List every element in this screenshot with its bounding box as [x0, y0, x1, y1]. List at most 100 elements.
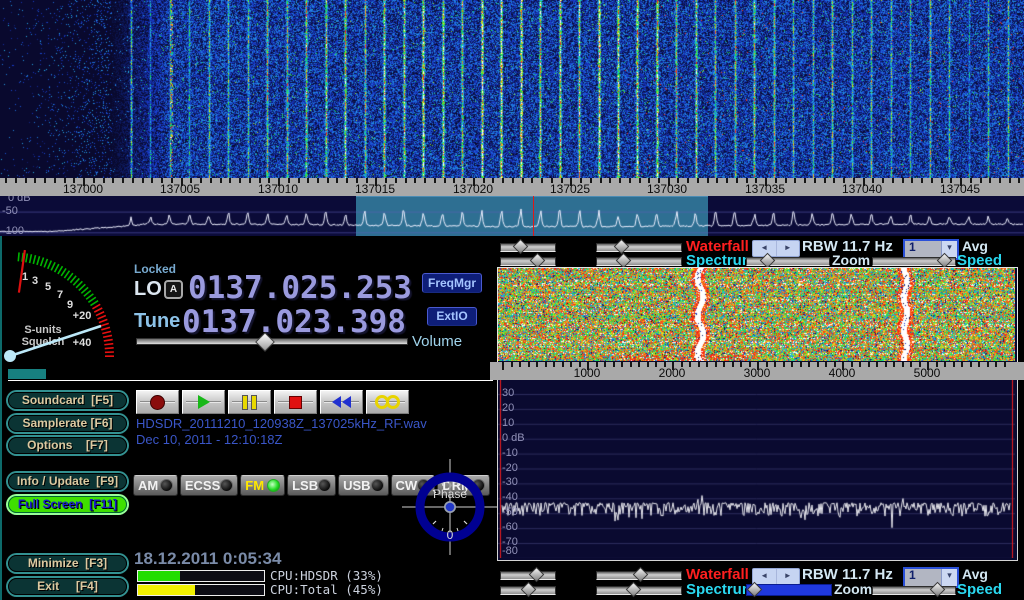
dropdown-arrow-icon[interactable]: ▾: [941, 569, 957, 586]
scale-tick: [619, 178, 621, 183]
rewind-icon: [332, 396, 351, 408]
play-button[interactable]: [182, 390, 225, 414]
loop-button[interactable]: [366, 390, 409, 414]
mode-button-lsb[interactable]: LSB: [287, 475, 336, 496]
contrast-slider2-bottom[interactable]: [500, 586, 556, 595]
tune-frequency-value[interactable]: 0137.023.398: [182, 304, 406, 340]
extio-button[interactable]: ExtIO: [427, 307, 477, 326]
avg-dropdown-bottom[interactable]: 1 ▾: [903, 567, 959, 588]
pause-button[interactable]: [228, 390, 271, 414]
scale-tick: [1018, 178, 1020, 183]
info-update-button[interactable]: Info / Update [F9]: [8, 473, 127, 490]
scale-tick: [936, 362, 938, 367]
cpu-hdsdr-text: CPU:HDSDR (33%): [270, 568, 383, 583]
contrast-slider-bottom[interactable]: [500, 571, 556, 580]
s-meter-tick: [26, 253, 28, 262]
lo-auto-badge[interactable]: A: [164, 280, 183, 299]
slider-thumb[interactable]: [529, 567, 545, 583]
rewind-button[interactable]: [320, 390, 363, 414]
zoom-slider-top[interactable]: [746, 257, 830, 266]
s-meter-tick: [51, 262, 55, 270]
contrast-slider2-top[interactable]: [500, 257, 556, 266]
options-button[interactable]: Options [F7]: [8, 437, 127, 454]
scale-tick: [405, 178, 407, 183]
frequency-scale[interactable]: 137000 137005 137010 137015 137020 13702…: [0, 178, 1024, 196]
slider-thumb[interactable]: [626, 582, 642, 598]
mode-button-ecss[interactable]: ECSS: [180, 475, 238, 496]
scale-tick: [54, 178, 56, 183]
s-meter-tick: [86, 294, 93, 299]
scale-tick: [553, 362, 555, 367]
slider-thumb[interactable]: [616, 253, 632, 269]
recording-filename[interactable]: HDSDR_20111210_120938Z_137025kHz_RF.wav: [136, 416, 427, 431]
s-meter-scale-label: +40: [73, 337, 92, 349]
lo-frequency-value[interactable]: 0137.025.253: [188, 270, 412, 306]
play-icon: [198, 395, 210, 409]
phase-dial[interactable]: Phase 0: [400, 455, 500, 555]
scale-tick: [774, 362, 776, 367]
record-button[interactable]: [136, 390, 179, 414]
shift-arrows-top[interactable]: ◄ ►: [752, 240, 800, 257]
left-arrow-icon[interactable]: ◄: [753, 569, 777, 584]
freqmgr-button[interactable]: FreqMgr: [422, 273, 482, 293]
soundcard-button[interactable]: Soundcard [F5]: [8, 392, 127, 409]
scale-tick: [434, 178, 436, 183]
stop-button[interactable]: [274, 390, 317, 414]
db-label: -50: [502, 506, 518, 518]
slider-thumb[interactable]: [513, 239, 529, 255]
scale-tick: [512, 178, 514, 183]
scale-tick: [190, 178, 192, 183]
scale-tick: [723, 362, 725, 367]
scale-tick: [970, 178, 972, 183]
scale-tick: [698, 362, 700, 367]
brightness-slider2-top[interactable]: [596, 257, 682, 266]
speed-slider-bottom[interactable]: [872, 586, 956, 595]
slider-thumb[interactable]: [521, 582, 537, 598]
slider-thumb[interactable]: [614, 239, 630, 255]
s-meter-tick: [103, 335, 112, 337]
scale-tick: [960, 178, 962, 186]
scale-tick: [346, 178, 348, 183]
main-spectrum-display[interactable]: 0 dB -50 -100: [0, 196, 1024, 236]
brightness-slider-bottom[interactable]: [596, 571, 682, 580]
stop-icon: [289, 396, 302, 409]
brightness-slider2-bottom[interactable]: [596, 586, 682, 595]
squelch-slider-thumb[interactable]: [8, 369, 46, 379]
zoom-slider-bottom[interactable]: [746, 584, 832, 596]
mode-button-fm[interactable]: FM: [240, 475, 285, 496]
right-arrow-icon[interactable]: ►: [777, 569, 800, 584]
contrast-slider-top[interactable]: [500, 243, 556, 252]
mode-button-am[interactable]: AM: [133, 475, 178, 496]
scale-tick: [740, 362, 742, 367]
speed-slider-top[interactable]: [872, 257, 956, 266]
scale-tick: [859, 362, 861, 367]
audio-spectrum-display[interactable]: [498, 380, 1015, 558]
scale-tick: [259, 178, 261, 183]
audio-frequency-scale[interactable]: 1000 2000 3000 4000 5000: [490, 362, 1024, 380]
s-meter-tick: [92, 304, 100, 308]
samplerate-button[interactable]: Samplerate [F6]: [8, 415, 127, 432]
slider-thumb[interactable]: [633, 567, 649, 583]
exit-button[interactable]: Exit [F4]: [8, 578, 127, 595]
brightness-slider-top[interactable]: [596, 243, 682, 252]
scale-tick: [921, 178, 923, 183]
volume-slider[interactable]: [136, 338, 408, 345]
zoom-label-top: Zoom: [832, 252, 870, 268]
s-meter-tick: [94, 308, 102, 312]
squelch-slider[interactable]: [8, 368, 493, 381]
mode-button-usb[interactable]: USB: [338, 475, 388, 496]
mode-label: USB: [343, 478, 370, 493]
s-meter-tick: [101, 327, 110, 329]
db-label: 20: [502, 402, 514, 414]
slider-thumb[interactable]: [747, 582, 763, 598]
audio-waterfall-display[interactable]: [498, 268, 1015, 361]
main-waterfall-display[interactable]: [0, 0, 1024, 178]
right-arrow-icon[interactable]: ►: [777, 241, 800, 256]
fullscreen-button[interactable]: Full Screen [F11]: [8, 496, 127, 513]
mode-label: FM: [245, 478, 264, 493]
minimize-button[interactable]: Minimize [F3]: [8, 555, 127, 572]
scale-tick: [808, 362, 810, 367]
shift-arrows-bottom[interactable]: ◄ ►: [752, 568, 800, 585]
tune-marker-line: [533, 196, 534, 236]
slider-thumb[interactable]: [530, 253, 546, 269]
